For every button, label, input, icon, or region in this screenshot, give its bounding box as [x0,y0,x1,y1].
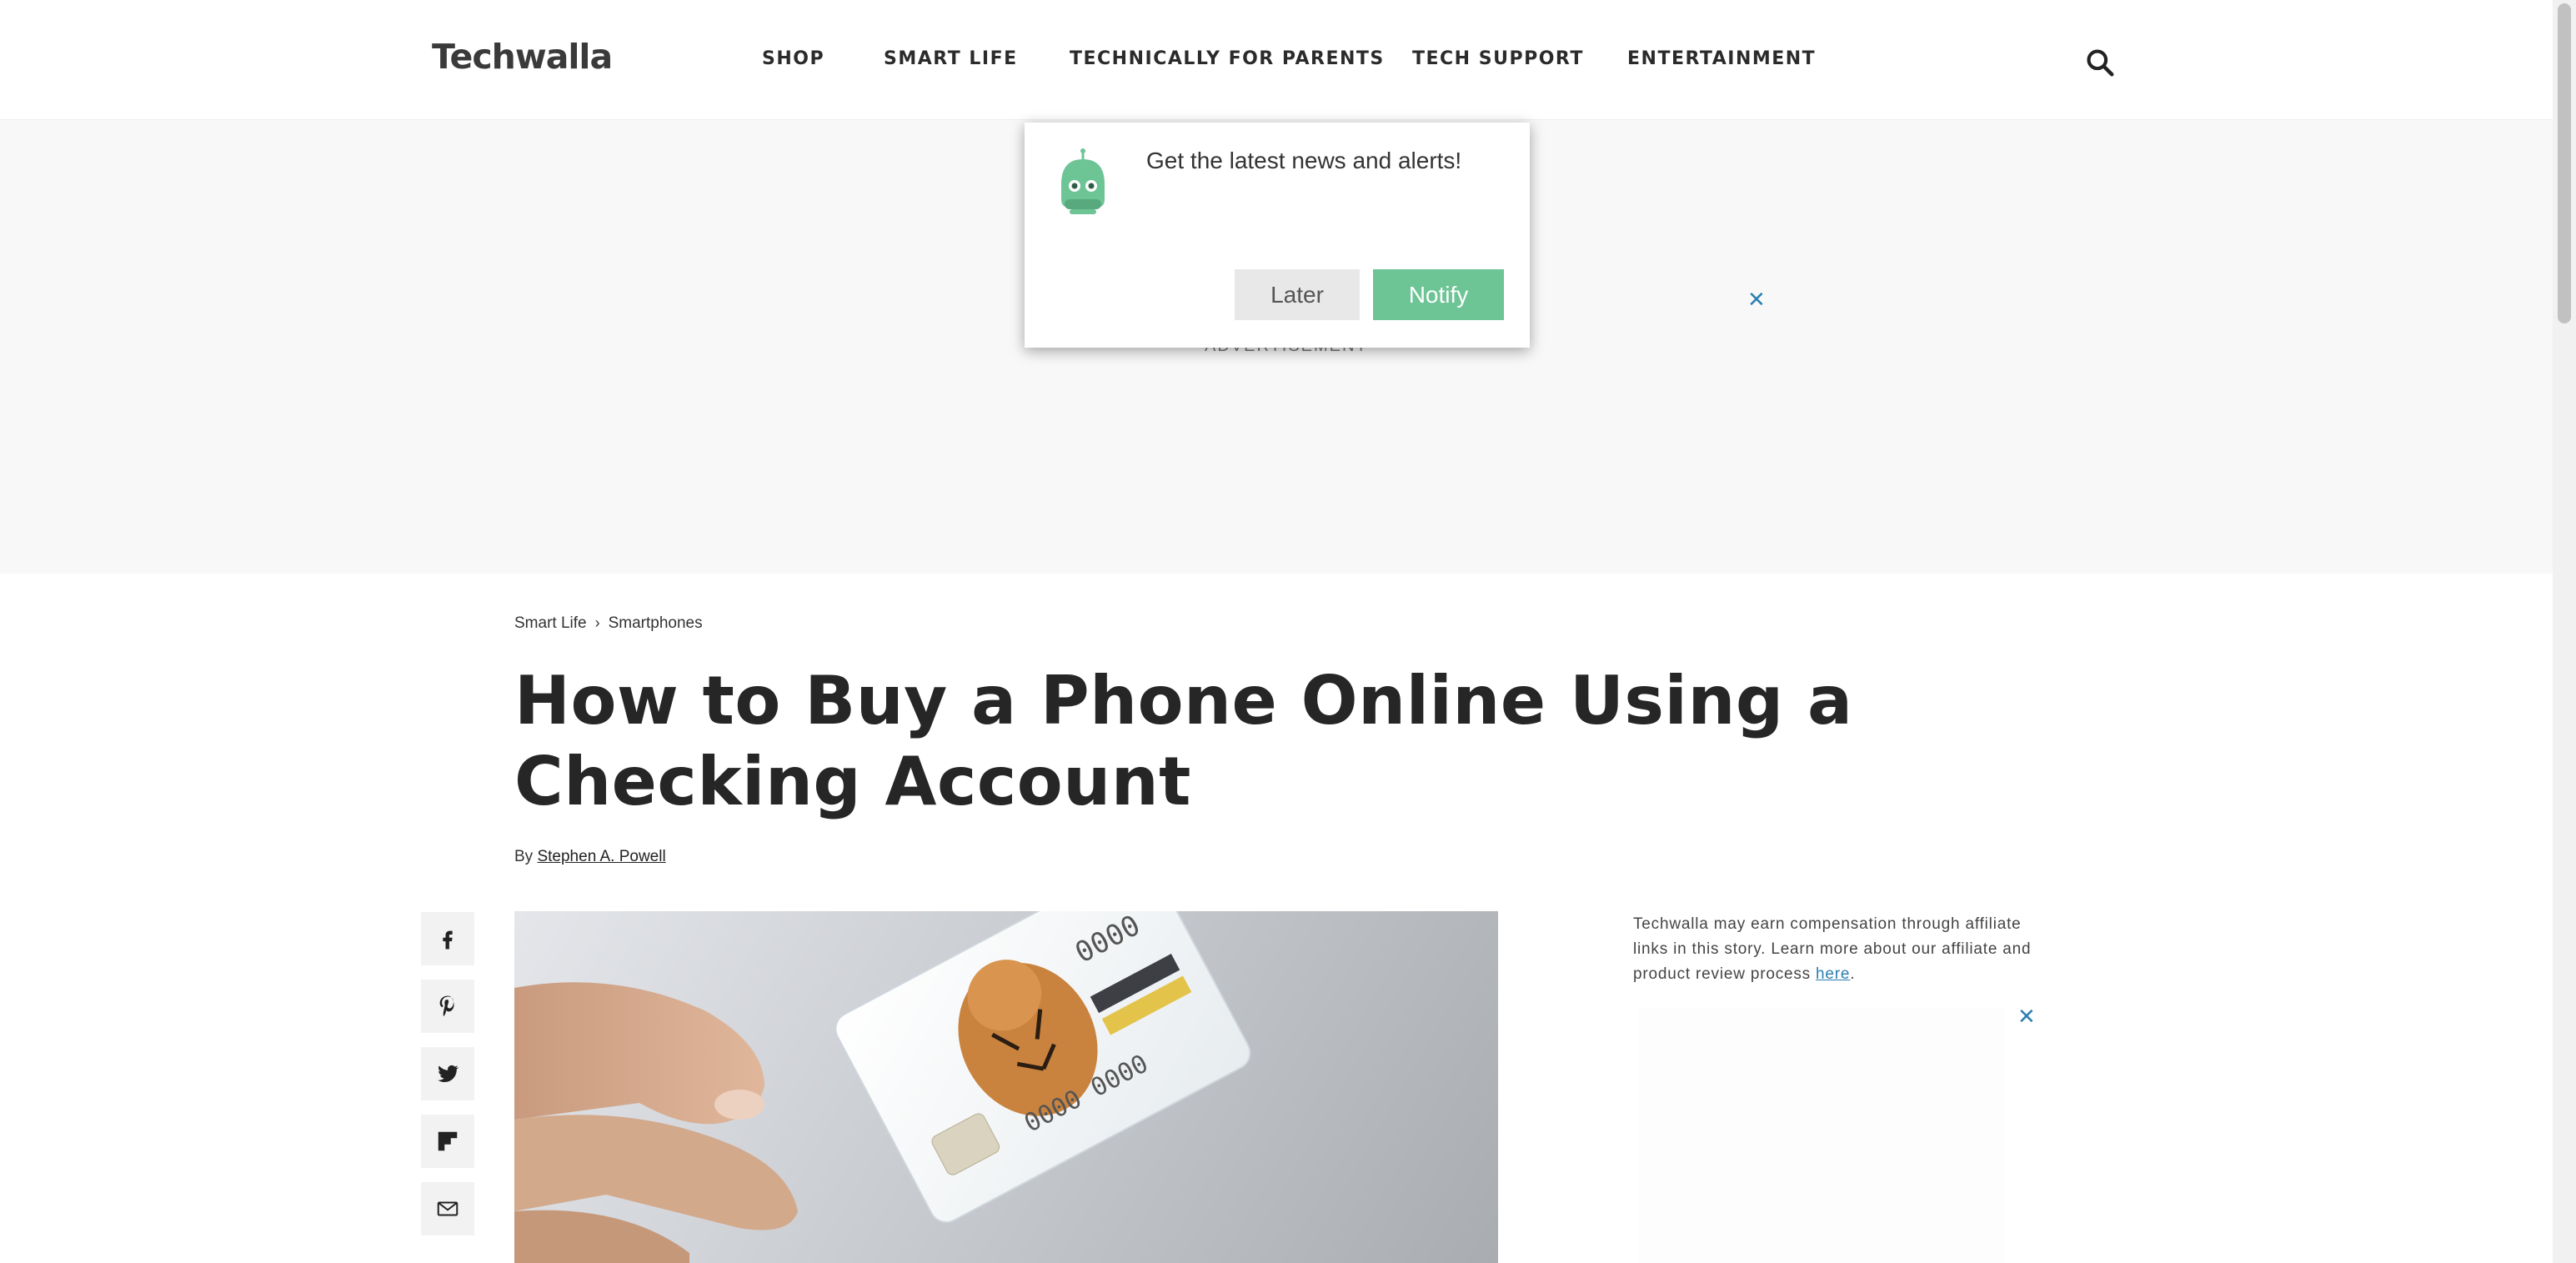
nav-shop[interactable]: SHOP [762,48,824,69]
twitter-icon[interactable] [421,1047,474,1100]
scrollbar-thumb[interactable] [2558,3,2571,323]
breadcrumb-smart-life[interactable]: Smart Life [514,614,587,633]
author-link[interactable]: Stephen A. Powell [537,848,665,865]
disclosure-end: . [1850,965,1856,983]
affiliate-disclosure: Techwalla may earn compensation through … [1633,912,2050,987]
byline-prefix: By [514,848,534,865]
nav-technically-for-parents[interactable]: TECHNICALLY FOR PARENTS [1070,48,1385,69]
nav-tech-support[interactable]: TECH SUPPORT [1412,48,1584,69]
nav-smart-life[interactable]: SMART LIFE [884,48,1018,69]
popup-message: Get the latest news and alerts! [1146,148,1462,173]
robot-icon [1053,148,1113,218]
breadcrumb: Smart Life › Smartphones [514,614,703,633]
facebook-icon[interactable] [421,912,474,965]
notify-button[interactable]: Notify [1373,269,1504,320]
site-logo[interactable]: Techwalla [432,37,613,77]
byline: By Stephen A. Powell [514,848,666,866]
ad-close-icon[interactable]: ✕ [1747,287,1766,313]
later-button[interactable]: Later [1235,269,1360,320]
site-header: Techwalla SHOP SMART LIFE TECHNICALLY FO… [0,0,2553,120]
page-scrollbar[interactable] [2553,0,2576,1263]
nav-entertainment[interactable]: ENTERTAINMENT [1627,48,1816,69]
flipboard-icon[interactable] [421,1115,474,1168]
hand-holding-card-illustration: 0000 0000 0000 [514,911,1251,1263]
disclosure-link[interactable]: here [1816,965,1850,983]
sidebar-ad-close-icon[interactable]: ✕ [2017,1004,2036,1030]
share-rail [421,912,474,1250]
email-icon[interactable] [421,1182,474,1235]
breadcrumb-separator: › [594,614,600,631]
breadcrumb-smartphones[interactable]: Smartphones [609,614,703,633]
search-icon[interactable] [2084,47,2116,78]
article-title: How to Buy a Phone Online Using a Checki… [514,662,1853,820]
hero-image: 0000 0000 0000 [514,911,1498,1263]
pinterest-icon[interactable] [421,980,474,1033]
notification-popup: Get the latest news and alerts! Later No… [1025,123,1530,348]
sidebar-ad [1638,1009,2005,1263]
